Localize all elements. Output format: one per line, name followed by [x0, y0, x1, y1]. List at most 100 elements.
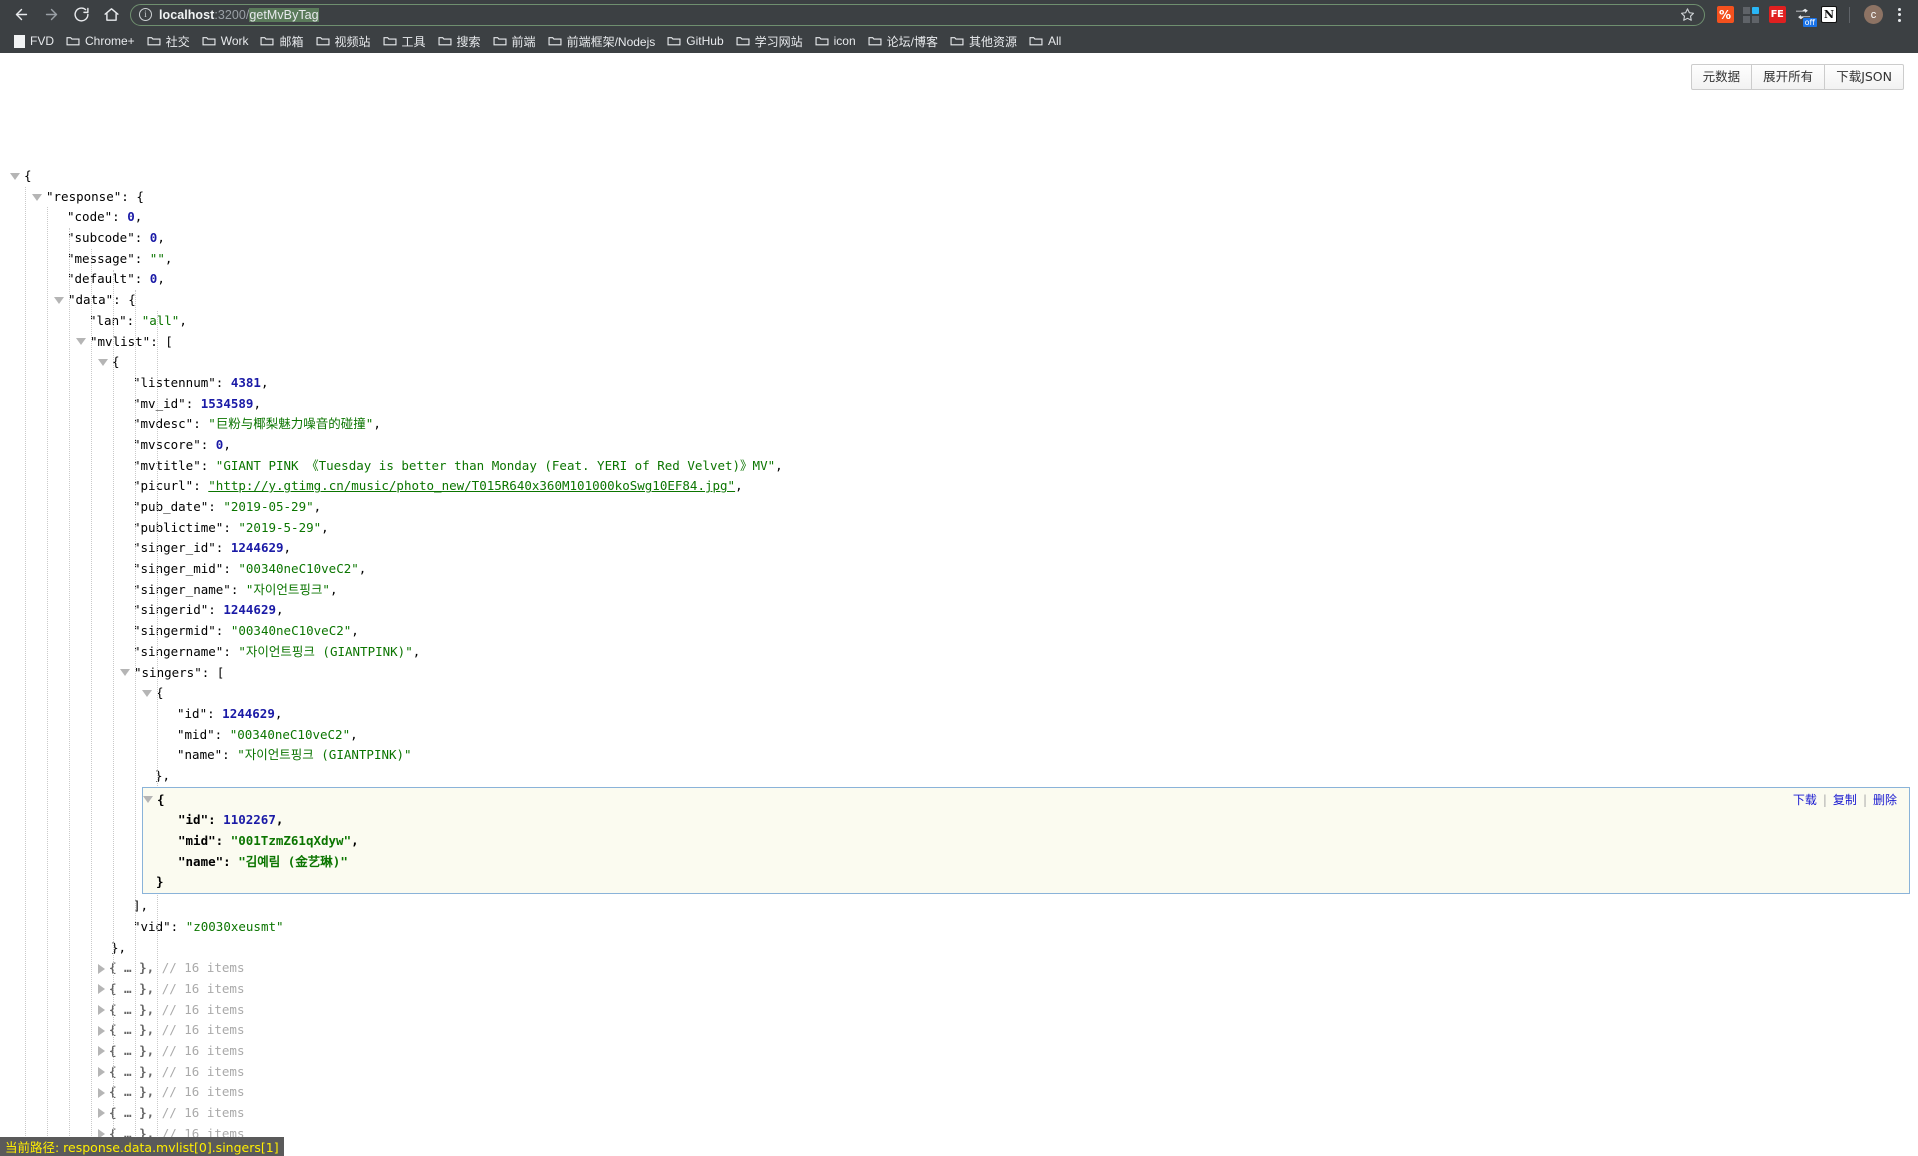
selected-json-node[interactable]: 下载 | 复制 | 删除 {"id": 1102267, "mid": "001TzmZ61…	[142, 786, 1910, 895]
folder-icon	[147, 34, 161, 48]
json-key-subcode: "subcode": 0,	[0, 228, 1918, 249]
bookmark-item-github[interactable]: GitHub	[661, 31, 729, 51]
bookmark-item--[interactable]: 前端	[487, 31, 542, 51]
expand-triangle-icon[interactable]	[98, 1025, 105, 1036]
bookmark-label: 视频站	[334, 34, 371, 49]
json-row-content: "mvlist": [	[90, 333, 173, 349]
url-selected-path: getMvByTag	[249, 7, 319, 22]
bookmark-star-icon[interactable]	[1676, 4, 1698, 26]
profile-avatar[interactable]: c	[1864, 5, 1883, 24]
json-row-content: {	[24, 168, 32, 183]
json-row-content: "mid": "00340neC10veC2",	[177, 726, 358, 742]
expand-triangle-icon[interactable]	[98, 1087, 105, 1098]
expand-triangle-icon[interactable]	[98, 963, 105, 974]
bookmark-item--[interactable]: 社交	[141, 31, 196, 51]
folder-icon	[202, 34, 216, 48]
url-text: localhost:3200/getMvByTag	[159, 7, 1676, 22]
bookmark-item-chrome-[interactable]: Chrome+	[60, 31, 141, 51]
json-row-content: }	[156, 874, 164, 890]
bookmark-item--[interactable]: 论坛/博客	[862, 31, 944, 51]
json-key-default: "default": 0,	[0, 269, 1918, 290]
collapse-triangle-icon[interactable]	[76, 338, 86, 346]
json-key-singer_id: "singer_id": 1244629,	[0, 538, 1918, 559]
download-json-button[interactable]: 下载JSON	[1825, 64, 1904, 90]
collapse-triangle-icon[interactable]	[54, 296, 64, 304]
bookmark-item--nodejs[interactable]: 前端框架/Nodejs	[542, 31, 662, 51]
json-tree: {"response": {"code": 0, "subcode": 0, "me…	[0, 166, 1918, 1156]
json-key-mvdesc: "mvdesc": "巨粉与椰梨魅力噪音的碰撞",	[0, 414, 1918, 435]
bookmarks-bar: FVD Chrome+ 社交 Work 邮箱 视频站 工具 搜索 前端 前端框架/Nodejs Gi…	[0, 29, 1918, 53]
json-key-listennum: "listennum": 4381,	[0, 373, 1918, 394]
grid-extension-icon[interactable]	[1739, 4, 1763, 26]
back-button[interactable]	[6, 2, 36, 28]
bookmark-item--[interactable]: 其他资源	[944, 31, 1023, 51]
notion-extension-icon[interactable]: N	[1817, 4, 1841, 26]
browser-chrome: i localhost:3200/getMvByTag % FE off N c…	[0, 0, 1918, 53]
address-bar[interactable]: i localhost:3200/getMvByTag	[130, 3, 1705, 26]
json-mvlist-item-0-open: {	[0, 352, 1918, 373]
json-row-content: "publictime": "2019-5-29",	[133, 519, 329, 535]
json-row-content: "pub_date": "2019-05-29",	[133, 499, 322, 514]
home-button[interactable]	[96, 2, 126, 28]
json-singers-close: ],	[0, 896, 1918, 917]
indent-guide	[113, 269, 114, 1156]
forward-button[interactable]	[36, 2, 66, 28]
collapse-triangle-icon[interactable]	[143, 796, 153, 804]
expand-triangle-icon[interactable]	[98, 984, 105, 995]
fe-helper-extension-icon[interactable]: FE	[1765, 4, 1789, 26]
bookmark-label: All	[1048, 34, 1062, 48]
json-row-content: { … }, // 16 items	[109, 1022, 245, 1038]
speed-dial-extension-icon[interactable]: %	[1713, 4, 1737, 26]
status-bar: 当前路径: response.data.mvlist[0].singers[1]	[0, 1137, 284, 1156]
json-key-singer_name: "singer_name": "자이언트핑크",	[0, 580, 1918, 601]
bookmark-item-work[interactable]: Work	[196, 31, 255, 51]
json-collapsed-item: { … }, // 16 items	[0, 1000, 1918, 1021]
bookmark-item-fvd[interactable]: FVD	[8, 31, 60, 51]
collapse-triangle-icon[interactable]	[120, 669, 130, 677]
download-node-link[interactable]: 下载	[1787, 790, 1823, 811]
json-row-content: { … }, // 16 items	[109, 1001, 245, 1017]
page-icon	[14, 34, 25, 48]
bookmark-item--[interactable]: 视频站	[310, 31, 377, 51]
json-key-picurl: "picurl": "http://y.gtimg.cn/music/photo…	[0, 476, 1918, 497]
folder-icon	[950, 34, 964, 48]
bookmark-item--[interactable]: 邮箱	[254, 31, 309, 51]
collapse-triangle-icon[interactable]	[98, 359, 108, 367]
json-collapsed-item: { … }, // 16 items	[0, 979, 1918, 1000]
json-key-vid: "vid": "z0030xeusmt"	[0, 917, 1918, 938]
expand-all-button[interactable]: 展开所有	[1752, 64, 1826, 90]
collapse-triangle-icon[interactable]	[10, 172, 20, 180]
json-key-code: "code": 0,	[0, 207, 1918, 228]
collapse-triangle-icon[interactable]	[32, 193, 42, 201]
expand-triangle-icon[interactable]	[98, 1046, 105, 1057]
reload-button[interactable]	[66, 2, 96, 28]
json-collapsed-item: { … }, // 16 items	[0, 1041, 1918, 1062]
expand-triangle-icon[interactable]	[98, 1108, 105, 1119]
metadata-button[interactable]: 元数据	[1690, 64, 1753, 90]
collapse-triangle-icon[interactable]	[142, 690, 152, 698]
json-key-response: "response": {	[0, 187, 1918, 208]
expand-triangle-icon[interactable]	[98, 1066, 105, 1077]
copy-node-link[interactable]: 复制	[1827, 790, 1863, 811]
bookmark-item-icon[interactable]: icon	[809, 31, 862, 51]
json-singer-0-mid: "mid": "00340neC10veC2",	[0, 725, 1918, 746]
three-dot-menu-icon[interactable]	[1889, 4, 1909, 26]
proxy-switch-extension-icon[interactable]: off	[1791, 4, 1817, 27]
indent-guide	[91, 248, 92, 1156]
json-row-content: "singer_name": "자이언트핑크",	[133, 581, 338, 597]
bookmark-label: Work	[220, 34, 249, 48]
delete-node-link[interactable]: 删除	[1867, 790, 1903, 811]
bookmark-item--[interactable]: 工具	[377, 31, 432, 51]
status-text: 当前路径: response.data.mvlist[0].singers[1]	[5, 1140, 279, 1155]
bookmark-item--[interactable]: 学习网站	[730, 31, 809, 51]
json-collapsed-item: { … }, // 16 items	[0, 958, 1918, 979]
site-info-icon[interactable]: i	[139, 8, 152, 21]
bookmark-item--[interactable]: 搜索	[432, 31, 487, 51]
expand-triangle-icon[interactable]	[98, 1004, 105, 1015]
json-key-singername: "singername": "자이언트핑크 (GIANTPINK)",	[0, 642, 1918, 663]
json-singer-0-open: {	[0, 683, 1918, 704]
json-row-content: "id": 1102267,	[178, 812, 284, 828]
bookmark-label: 论坛/博客	[886, 34, 938, 49]
json-row-content: "code": 0,	[67, 209, 143, 225]
bookmark-item-all[interactable]: All	[1023, 31, 1067, 51]
